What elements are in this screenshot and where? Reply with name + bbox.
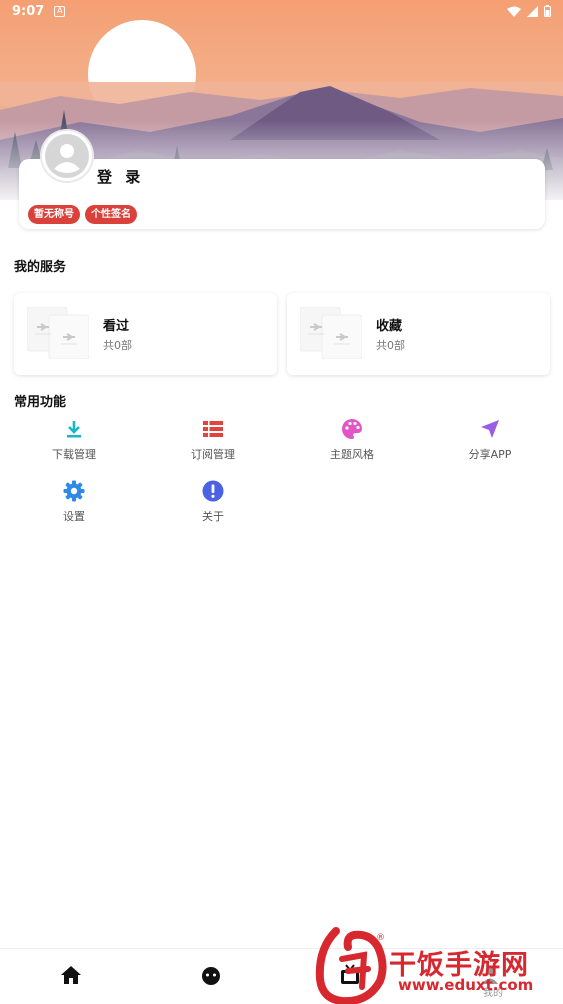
watermark: ® 干饭手游网 www.eduxt.com bbox=[312, 925, 563, 1004]
history-card[interactable]: 看过 共0部 bbox=[14, 293, 277, 375]
send-icon bbox=[481, 420, 499, 438]
download-manager-label: 下载管理 bbox=[52, 448, 96, 461]
theme-style-label: 主题风格 bbox=[330, 448, 374, 461]
status-bar: 9:07 A bbox=[0, 0, 563, 22]
list-icon bbox=[203, 421, 223, 437]
share-app-label: 分享APP bbox=[468, 448, 512, 461]
subscription-manager-label: 订阅管理 bbox=[191, 448, 235, 461]
services-heading: 我的服务 bbox=[14, 260, 67, 275]
favorites-count: 共0部 bbox=[376, 339, 405, 352]
favorites-thumbnail bbox=[300, 307, 362, 359]
watermark-registered-mark: ® bbox=[376, 933, 385, 943]
settings-label: 设置 bbox=[63, 510, 85, 523]
subscription-manager-button[interactable]: 订阅管理 bbox=[163, 417, 263, 462]
history-count: 共0部 bbox=[103, 339, 132, 352]
battery-icon bbox=[544, 5, 551, 17]
palette-icon bbox=[342, 419, 362, 439]
about-button[interactable]: 关于 bbox=[163, 479, 263, 524]
login-link[interactable]: 登 录 bbox=[97, 166, 144, 187]
status-time: 9:07 bbox=[12, 3, 45, 19]
settings-button[interactable]: 设置 bbox=[24, 479, 124, 524]
home-icon[interactable] bbox=[59, 963, 83, 987]
share-app-button[interactable]: 分享APP bbox=[440, 417, 540, 462]
wifi-icon bbox=[507, 6, 521, 17]
info-icon bbox=[202, 480, 224, 502]
title-badge[interactable]: 暂无称号 bbox=[28, 205, 80, 224]
download-icon bbox=[67, 421, 81, 438]
theme-style-button[interactable]: 主题风格 bbox=[302, 417, 402, 462]
download-manager-button[interactable]: 下载管理 bbox=[24, 417, 124, 462]
functions-heading: 常用功能 bbox=[14, 395, 67, 410]
avatar[interactable] bbox=[42, 131, 92, 181]
profile-tags: 暂无称号 个性签名 bbox=[28, 205, 137, 224]
favorites-label: 收藏 bbox=[376, 319, 403, 334]
gear-icon bbox=[63, 480, 85, 502]
signature-badge[interactable]: 个性签名 bbox=[85, 205, 137, 224]
user-icon bbox=[45, 134, 89, 178]
notification-icon: A bbox=[54, 5, 66, 17]
signal-icon bbox=[527, 5, 538, 17]
favorites-card[interactable]: 收藏 共0部 bbox=[287, 293, 550, 375]
history-label: 看过 bbox=[103, 319, 130, 334]
face-icon[interactable] bbox=[199, 963, 223, 987]
watermark-url: www.eduxt.com bbox=[398, 976, 534, 994]
history-thumbnail bbox=[27, 307, 89, 359]
profile-card[interactable]: 登 录 暂无称号 个性签名 bbox=[19, 131, 545, 229]
about-label: 关于 bbox=[202, 510, 224, 523]
